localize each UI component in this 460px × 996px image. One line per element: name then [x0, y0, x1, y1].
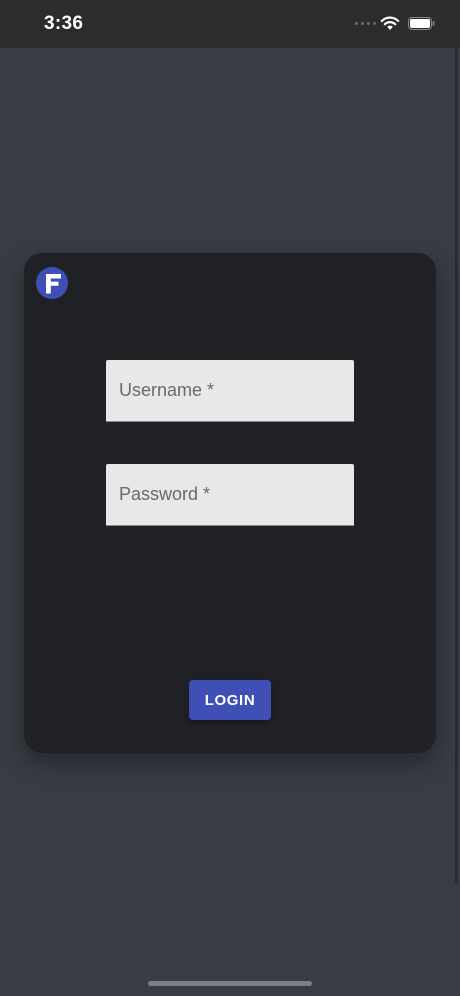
password-field[interactable]: Password * — [106, 464, 354, 526]
status-time: 3:36 — [44, 13, 84, 34]
username-field[interactable]: Username * — [106, 360, 354, 422]
password-input[interactable] — [106, 464, 354, 525]
app-screen: 3:36 Username * Password * LOGIN — [0, 0, 460, 996]
status-bar: 3:36 — [0, 0, 460, 48]
scrollbar[interactable] — [455, 48, 458, 884]
username-input[interactable] — [106, 360, 354, 421]
cellular-signal-icon — [355, 22, 376, 25]
home-indicator[interactable] — [148, 981, 312, 986]
login-button[interactable]: LOGIN — [189, 680, 271, 720]
wifi-icon — [380, 16, 400, 30]
app-logo-icon — [36, 267, 68, 299]
login-card: Username * Password * LOGIN — [24, 253, 436, 753]
battery-icon — [408, 17, 435, 30]
